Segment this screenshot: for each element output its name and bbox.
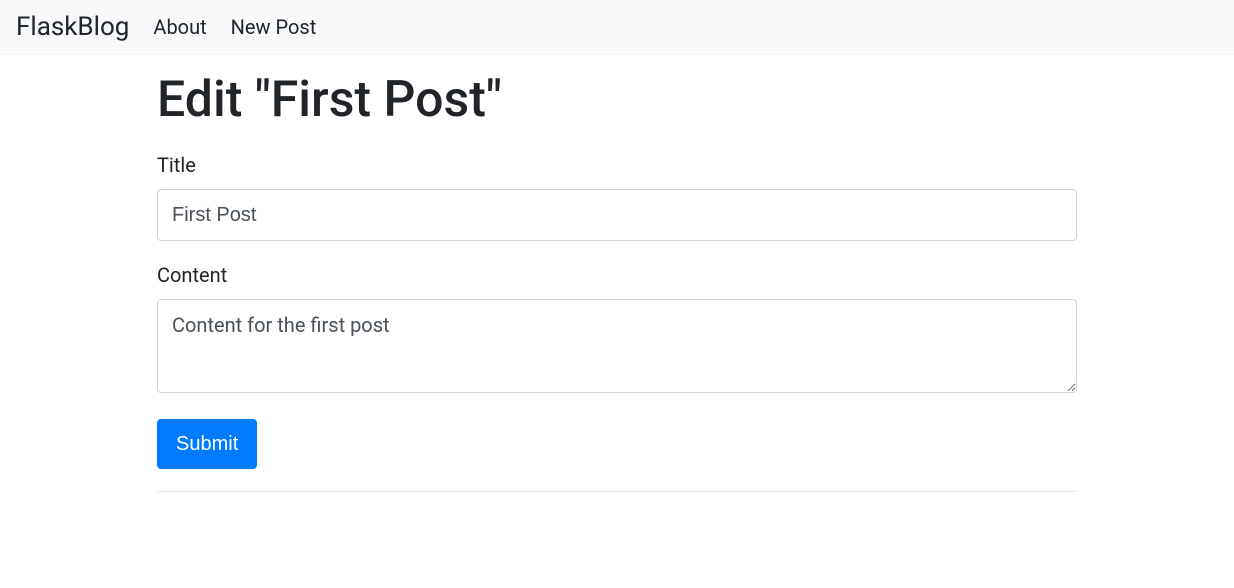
content-textarea[interactable]: Content for the first post	[157, 299, 1077, 393]
navbar: FlaskBlog About New Post	[0, 0, 1234, 55]
title-label: Title	[157, 153, 1077, 177]
navbar-brand[interactable]: FlaskBlog	[16, 12, 129, 42]
nav-links: About New Post	[153, 15, 316, 39]
submit-button[interactable]: Submit	[157, 419, 257, 469]
main-container: Edit "First Post" Title Content Content …	[157, 55, 1077, 492]
title-group: Title	[157, 153, 1077, 241]
nav-link-about[interactable]: About	[153, 15, 206, 39]
page-title: Edit "First Post"	[157, 71, 1077, 129]
title-input[interactable]	[157, 189, 1077, 241]
nav-link-new-post[interactable]: New Post	[231, 15, 317, 39]
divider	[157, 491, 1077, 492]
submit-group: Submit	[157, 419, 1077, 469]
edit-post-form: Title Content Content for the first post…	[157, 153, 1077, 469]
content-label: Content	[157, 263, 1077, 287]
content-group: Content Content for the first post	[157, 263, 1077, 397]
